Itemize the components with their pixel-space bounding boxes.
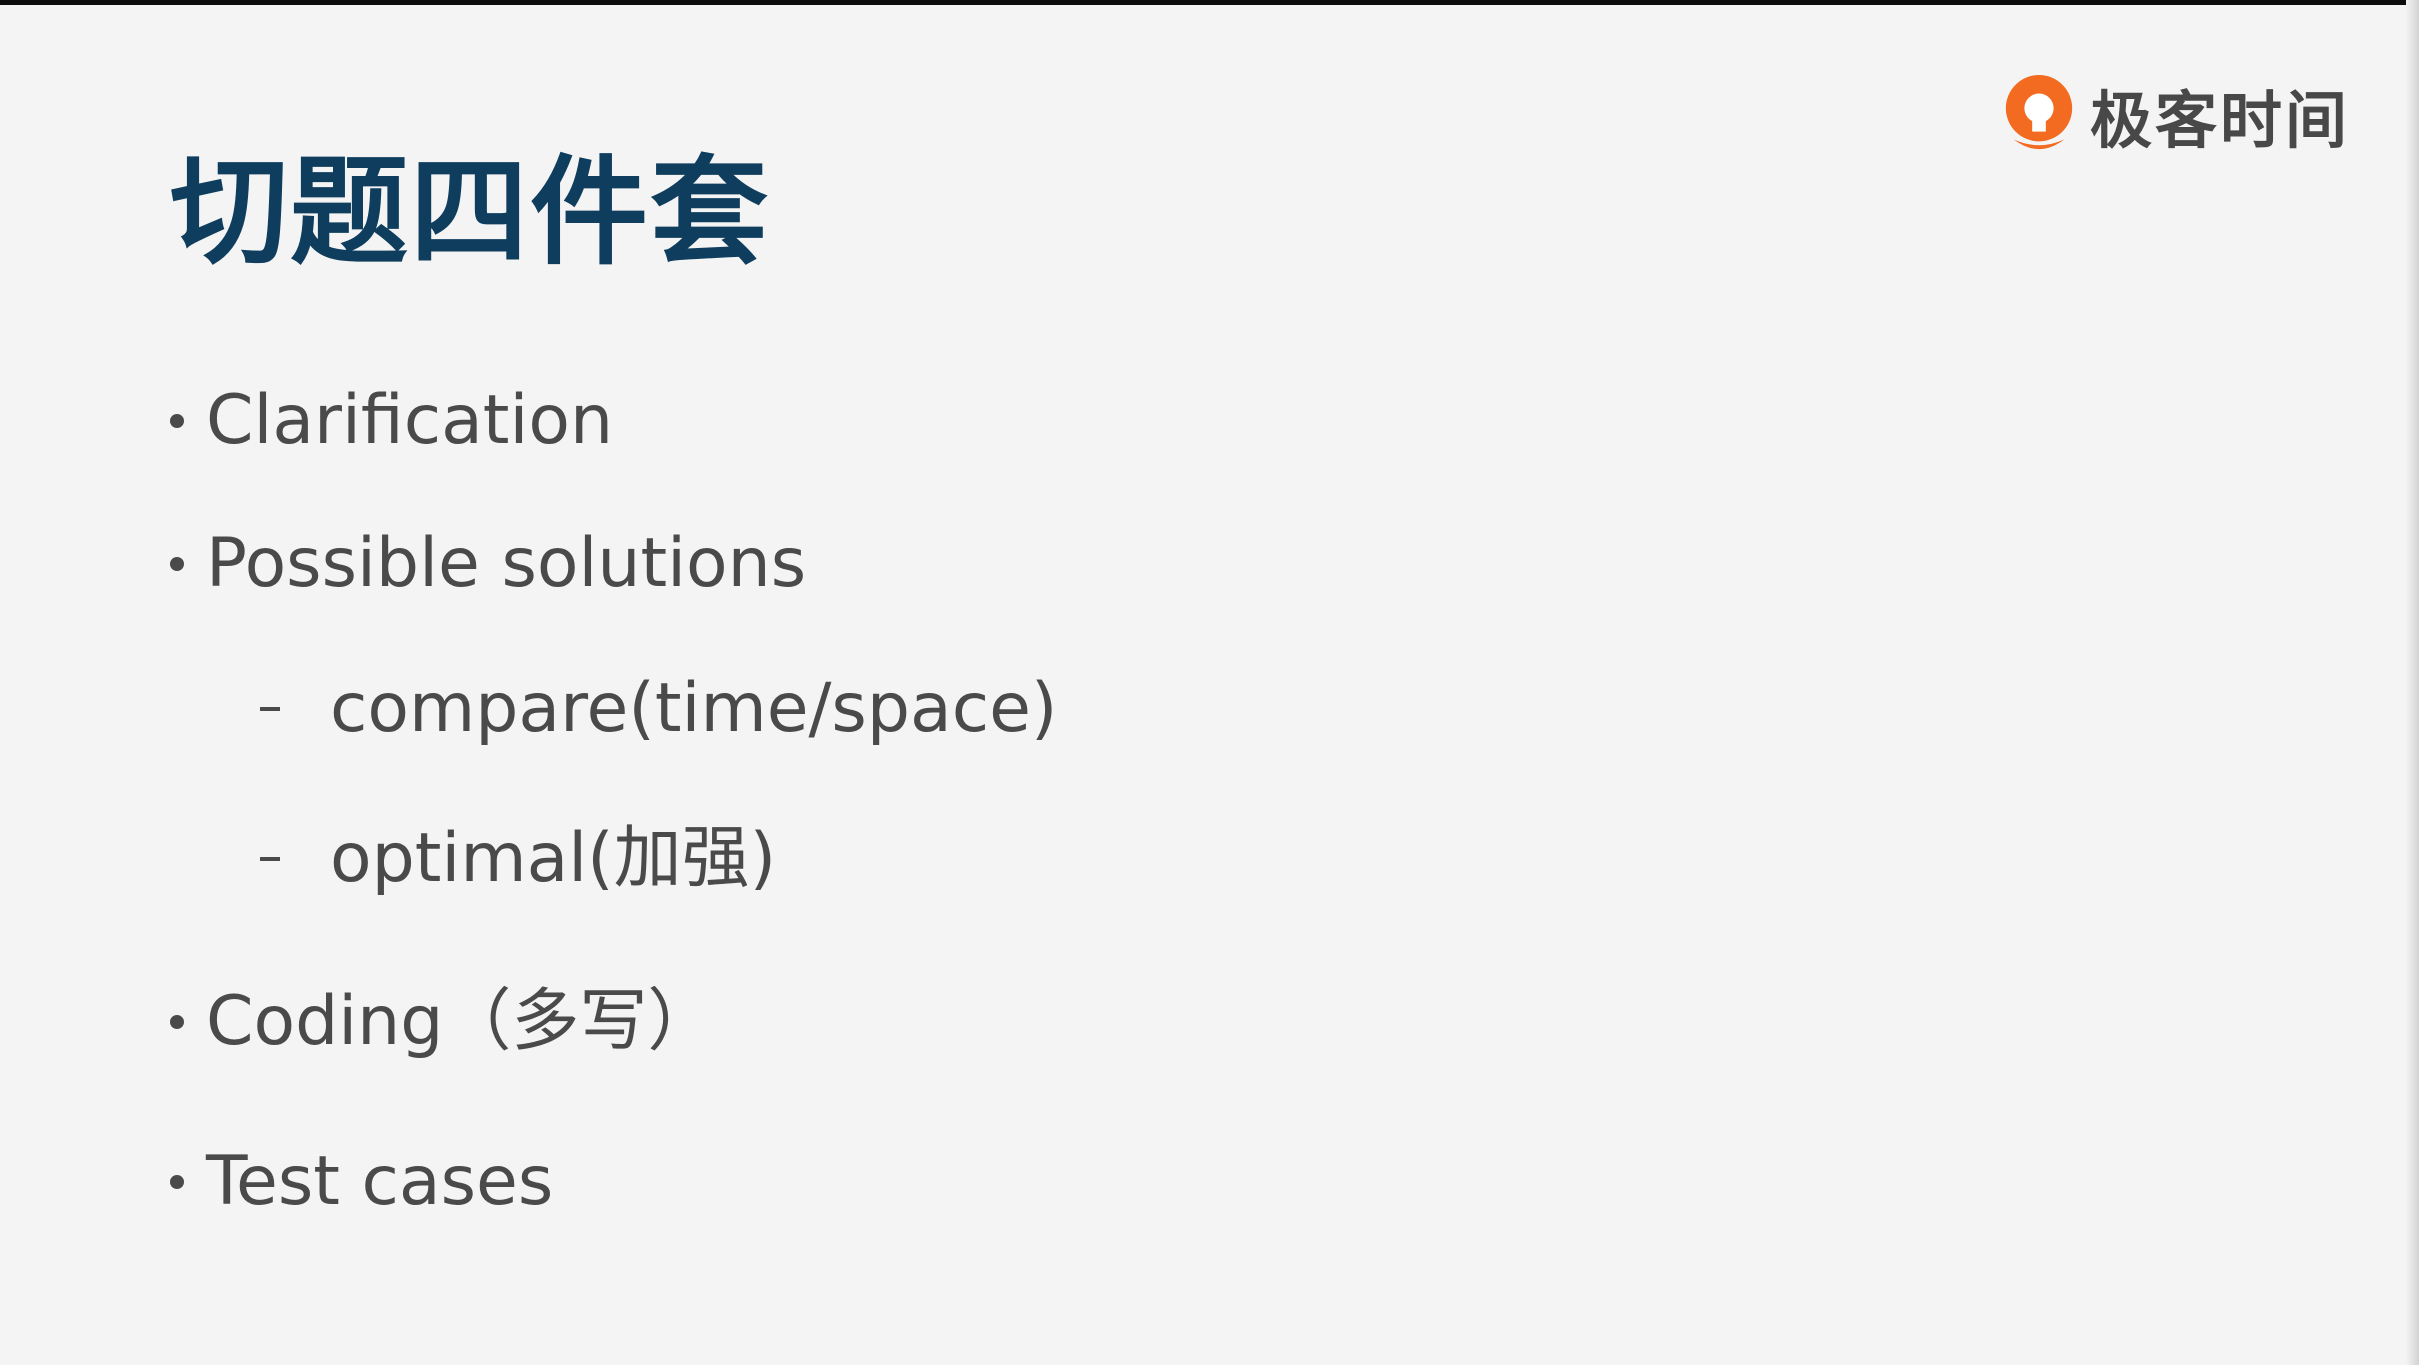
slide: 极客时间 切题四件套 Clarification Possible soluti… xyxy=(0,5,2406,1365)
sub-bullet-dash xyxy=(260,857,280,861)
bullet-text: Clarification xyxy=(206,381,614,460)
sub-bullet-text: optimal(加强) xyxy=(330,819,777,898)
bullet-dot xyxy=(170,1175,184,1189)
sub-bullet-dash xyxy=(260,707,280,711)
bullet-text: Test cases xyxy=(206,1142,554,1221)
sub-bullet-item: optimal(加强) xyxy=(260,825,776,893)
bullet-text: Coding（多写） xyxy=(206,982,716,1061)
bullet-dot xyxy=(170,557,184,571)
bullet-item: Test cases xyxy=(170,1148,553,1216)
bullet-text: Possible solutions xyxy=(206,524,807,603)
bullet-item: Coding（多写） xyxy=(170,988,715,1056)
bullet-item: Possible solutions xyxy=(170,530,806,598)
sub-bullet-item: compare(time/space) xyxy=(260,675,1057,743)
bullet-dot xyxy=(170,414,184,428)
slide-edge-shadow xyxy=(2406,0,2419,1365)
bullet-list: Clarification Possible solutions compare… xyxy=(0,5,2406,1365)
bullet-item: Clarification xyxy=(170,387,613,455)
bullet-dot xyxy=(170,1015,184,1029)
sub-bullet-text: compare(time/space) xyxy=(330,669,1058,748)
